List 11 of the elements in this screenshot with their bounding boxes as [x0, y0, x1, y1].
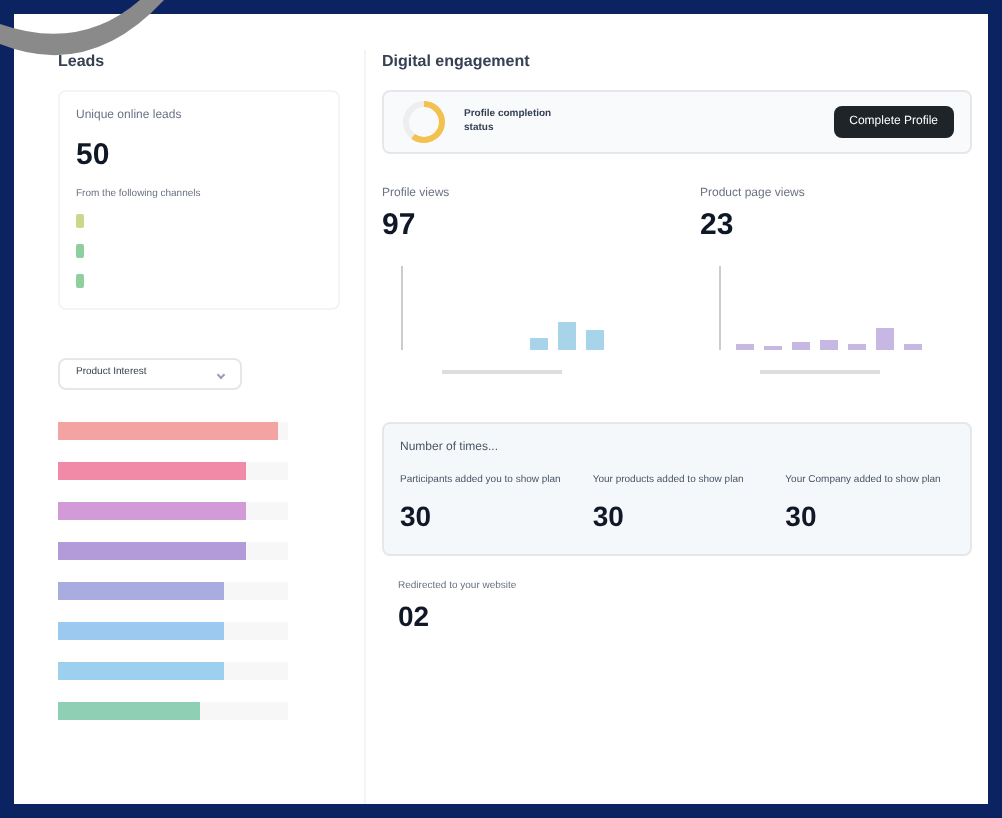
panel-title: Leads	[58, 50, 107, 74]
metric-value: 23	[700, 206, 736, 246]
chevron-icon	[216, 369, 226, 379]
metric-value: 97	[382, 206, 418, 246]
metric-value: 02	[398, 597, 432, 635]
metric-value: 30	[400, 498, 434, 536]
progress-ring	[400, 98, 448, 146]
metric-value: 50	[76, 136, 112, 176]
panel-title: Digital engagement	[382, 50, 532, 74]
metric-value: 30	[592, 498, 626, 536]
metric-value: 30	[785, 498, 819, 536]
